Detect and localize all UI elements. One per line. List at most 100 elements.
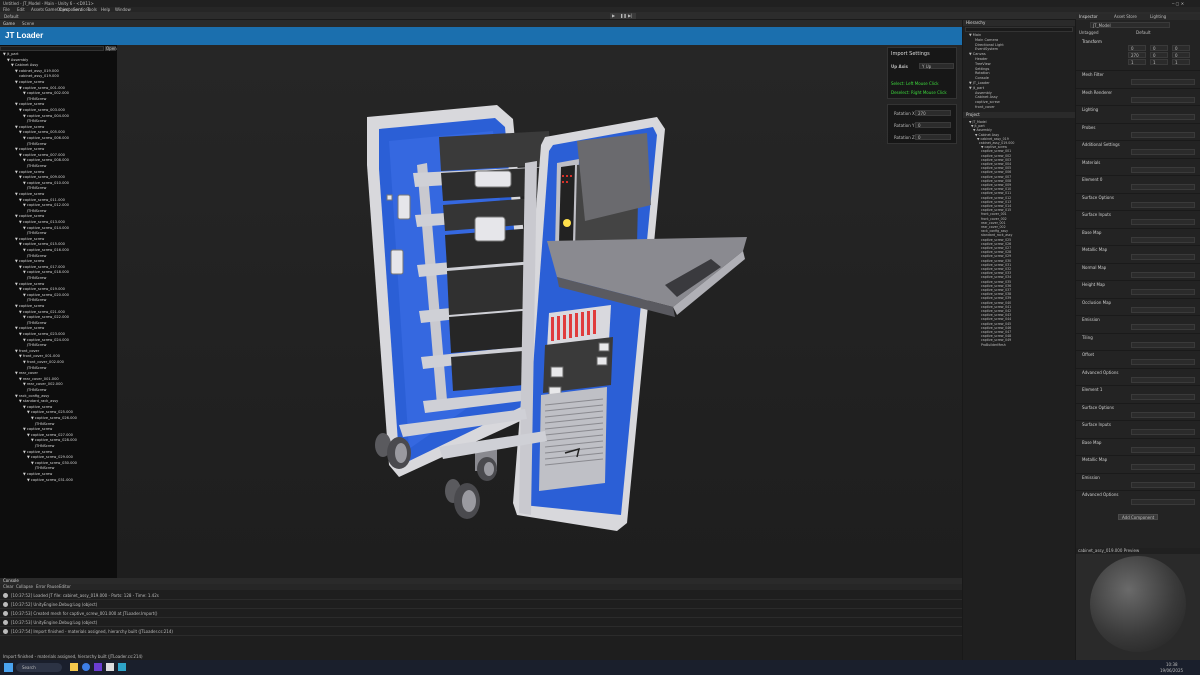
tree-item[interactable]: ▼ captive_screw_019.000: [19, 287, 65, 292]
tree-item[interactable]: ▼ captive_screw: [15, 192, 44, 197]
inspector-section[interactable]: Surface Options: [1076, 192, 1200, 209]
inspector-field[interactable]: [1131, 201, 1195, 208]
file-path-input[interactable]: [0, 46, 104, 51]
tree-item[interactable]: ▼ captive_screw: [15, 170, 44, 175]
visual-studio-icon[interactable]: [94, 663, 102, 671]
tree-item[interactable]: ▼ captive_screw_008.000: [23, 158, 69, 163]
tree-item[interactable]: ▼ captive_screw: [15, 259, 44, 264]
tree-item[interactable]: JTHNScrew: [27, 343, 46, 348]
tree-item[interactable]: ▼ captive_screw_031.000: [27, 478, 73, 483]
tree-item[interactable]: JTHNScrew: [27, 366, 46, 371]
tree-item[interactable]: ▼ captive_screw: [23, 472, 52, 477]
tree-item[interactable]: ▼ cabinet_assy_019.000: [15, 69, 59, 74]
console-message[interactable]: [10:37:52] Loaded JT file: cabinet_assy_…: [0, 591, 962, 600]
inspector-section[interactable]: Emission: [1076, 472, 1200, 489]
tree-item[interactable]: JTHNScrew: [35, 444, 54, 449]
tree-item[interactable]: ▼ jt_part: [3, 52, 18, 57]
tree-item[interactable]: JTHNScrew: [27, 388, 46, 393]
tree-item[interactable]: ▼ captive_screw_001.000: [19, 86, 65, 91]
tree-item[interactable]: ▼ standard_rack_assy: [19, 399, 58, 404]
inspector-section[interactable]: Advanced Options: [1076, 490, 1200, 506]
tree-item[interactable]: ▼ captive_screw_007.000: [19, 153, 65, 158]
inspector-field[interactable]: [1131, 114, 1195, 120]
tree-item[interactable]: ▼ captive_screw_024.000: [23, 338, 69, 343]
inspector-field[interactable]: [1131, 394, 1195, 400]
inspector-field[interactable]: [1131, 429, 1195, 435]
tree-item[interactable]: JTHNScrew: [27, 254, 46, 259]
tree-item[interactable]: JTHNScrew: [27, 119, 46, 124]
material-preview-sphere[interactable]: [1090, 556, 1186, 652]
inspector-section[interactable]: Advanced Options: [1076, 367, 1200, 384]
console-collapse-button[interactable]: Collapse: [16, 584, 33, 589]
rotation-y-input[interactable]: 0: [915, 122, 951, 128]
tab-project[interactable]: Project: [966, 112, 980, 117]
tree-item[interactable]: ▼ captive_screw_005.000: [19, 130, 65, 135]
tree-item[interactable]: ▼ captive_screw: [15, 214, 44, 219]
open-button[interactable]: Open: [105, 46, 117, 51]
inspector-field[interactable]: [1131, 149, 1195, 155]
tab-lighting[interactable]: Lighting: [1150, 14, 1166, 19]
tree-item[interactable]: ▼ front_cover: [15, 349, 39, 354]
inspector-field[interactable]: [1131, 306, 1195, 313]
scale-x[interactable]: 1: [1128, 59, 1146, 65]
inspector-field[interactable]: [1131, 96, 1195, 103]
inspector-field[interactable]: [1131, 464, 1195, 470]
tree-item[interactable]: ▼ front_cover_001.000: [19, 354, 60, 359]
inspector-field[interactable]: [1131, 481, 1195, 488]
hierarchy-search[interactable]: [965, 27, 1073, 32]
3d-viewport[interactable]: [117, 45, 962, 578]
inspector-field[interactable]: [1131, 324, 1195, 330]
tree-item[interactable]: ▼ captive_screw_026.000: [31, 416, 77, 421]
tree-item[interactable]: ▼ captive_screw: [15, 102, 44, 107]
scale-y[interactable]: 1: [1150, 59, 1168, 65]
tree-item[interactable]: JTHNScrew: [27, 186, 46, 191]
inspector-section[interactable]: Element 1: [1076, 385, 1200, 401]
tab-inspector[interactable]: Inspector: [1079, 14, 1098, 19]
tree-item[interactable]: ▼ captive_screw_014.000: [23, 226, 69, 231]
scale-z[interactable]: 1: [1172, 59, 1190, 65]
tree-item[interactable]: ▼ captive_screw_012.000: [23, 203, 69, 208]
tree-item[interactable]: JTHNScrew: [27, 97, 46, 102]
tree-item[interactable]: ▼ captive_screw_002.000: [23, 91, 69, 96]
tree-item[interactable]: JTHNScrew: [35, 422, 54, 427]
tree-item[interactable]: ▼ captive_screw_029.000: [27, 455, 73, 460]
tree-item[interactable]: ▼ front_cover_002.000: [23, 360, 64, 365]
rotation-z[interactable]: 0: [1172, 52, 1190, 58]
rotation-z-input[interactable]: 0: [915, 134, 951, 140]
tree-item[interactable]: ▼ captive_screw: [15, 282, 44, 287]
inspector-section[interactable]: Metallic Map: [1076, 455, 1200, 471]
account-dropdown[interactable]: Default: [4, 14, 19, 19]
inspector-section[interactable]: Additional Settings: [1076, 140, 1200, 156]
tree-item[interactable]: ▼ captive_screw_030.000: [31, 461, 77, 466]
inspector-section[interactable]: Materials: [1076, 157, 1200, 174]
tree-item[interactable]: ▼ captive_screw: [15, 147, 44, 152]
tree-item[interactable]: ▼ rack_config_assy: [15, 394, 49, 399]
inspector-field[interactable]: [1131, 236, 1195, 243]
tree-item[interactable]: ▼ Assembly: [7, 58, 28, 63]
tree-item[interactable]: ▼ captive_screw_017.000: [19, 265, 65, 270]
inspector-field[interactable]: [1131, 184, 1195, 190]
inspector-field[interactable]: [1131, 79, 1195, 85]
tree-item[interactable]: JTHNScrew: [27, 209, 46, 214]
tree-item[interactable]: ▼ rear_cover_001.000: [19, 377, 59, 382]
inspector-field[interactable]: [1131, 341, 1195, 348]
inspector-section[interactable]: Surface Inputs: [1076, 210, 1200, 226]
tree-item[interactable]: ▼ captive_screw_021.000: [19, 310, 65, 315]
window-controls[interactable]: ─ ▢ ✕: [1172, 1, 1184, 6]
inspector-section[interactable]: Emission: [1076, 315, 1200, 331]
tree-item[interactable]: ▼ Cabinet Assy: [11, 63, 38, 68]
tab-game[interactable]: Game: [3, 21, 15, 26]
taskbar-search[interactable]: Search: [16, 663, 62, 672]
console-message[interactable]: [10:37:52] UnityEngine.Debug:Log (object…: [0, 600, 962, 609]
tree-item[interactable]: JTHNScrew: [35, 466, 54, 471]
cabinet-model[interactable]: [117, 45, 962, 578]
inspector-field[interactable]: [1131, 359, 1195, 365]
inspector-section[interactable]: Surface Inputs: [1076, 420, 1200, 436]
tree-item[interactable]: ▼ captive_screw_009.000: [19, 175, 65, 180]
tree-item[interactable]: ▼ captive_screw_023.000: [19, 332, 65, 337]
tab-asset-store[interactable]: Asset Store: [1114, 14, 1137, 19]
inspector-section[interactable]: Mesh Filter: [1076, 70, 1200, 86]
inspector-field[interactable]: [1131, 289, 1195, 295]
rotation-x-input[interactable]: 270: [915, 110, 951, 116]
tree-item[interactable]: ▼ captive_screw_022.000: [23, 315, 69, 320]
